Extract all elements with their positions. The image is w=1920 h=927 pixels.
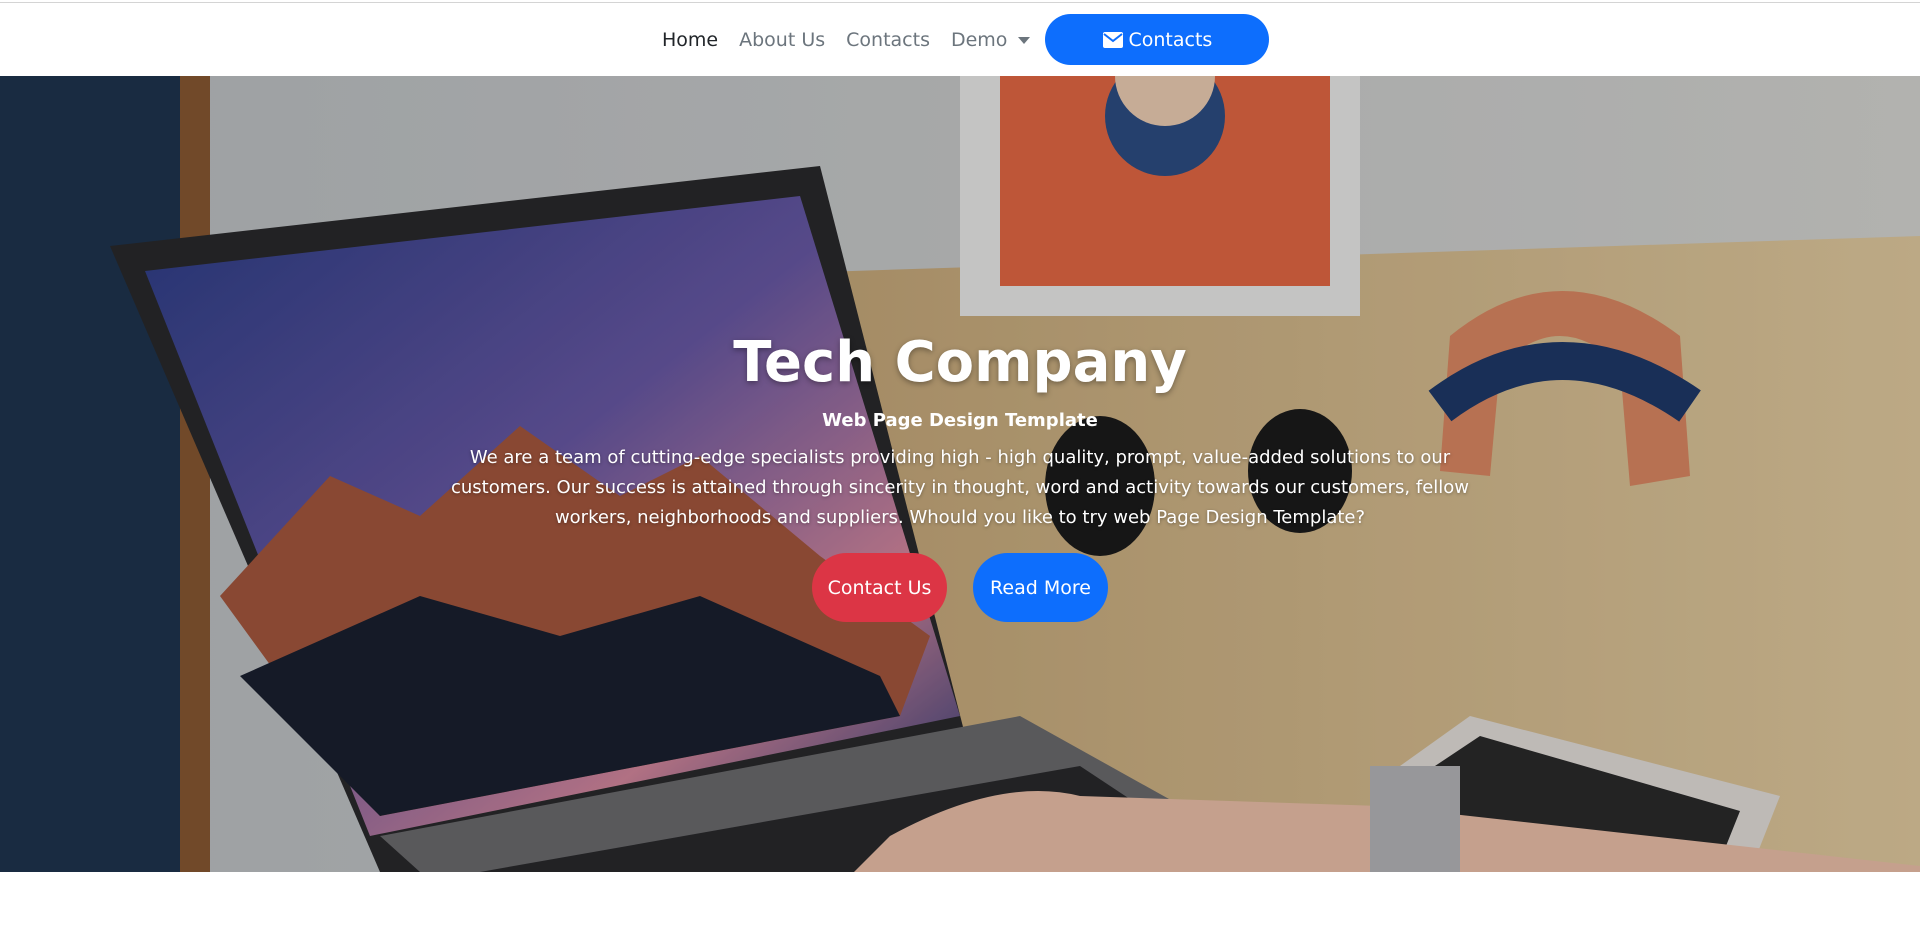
navbar: Home About Us Contacts Demo Contacts xyxy=(0,3,1920,76)
contacts-button-label: Contacts xyxy=(1128,28,1213,51)
hero-title: Tech Company xyxy=(733,330,1187,395)
nav-list: Home About Us Contacts Demo Contacts xyxy=(662,3,1270,76)
nav-dropdown-label: Demo xyxy=(950,28,1008,51)
nav-link-contacts[interactable]: Contacts xyxy=(846,29,930,51)
caret-down-icon xyxy=(1018,37,1031,44)
hero-description: We are a team of cutting-edge specialist… xyxy=(450,447,1470,528)
hero-subtitle: Web Page Design Template xyxy=(822,410,1098,431)
nav-link-about-us[interactable]: About Us xyxy=(739,29,825,51)
nav-link-home[interactable]: Home xyxy=(662,29,718,51)
contacts-button[interactable]: Contacts xyxy=(1045,14,1270,65)
contact-us-button[interactable]: Contact Us xyxy=(812,553,947,622)
read-more-button[interactable]: Read More xyxy=(973,553,1108,622)
envelope-icon xyxy=(1102,31,1123,48)
hero-section: Tech Company Web Page Design Template We… xyxy=(0,76,1920,872)
nav-dropdown-demo[interactable]: Demo xyxy=(950,28,1031,51)
